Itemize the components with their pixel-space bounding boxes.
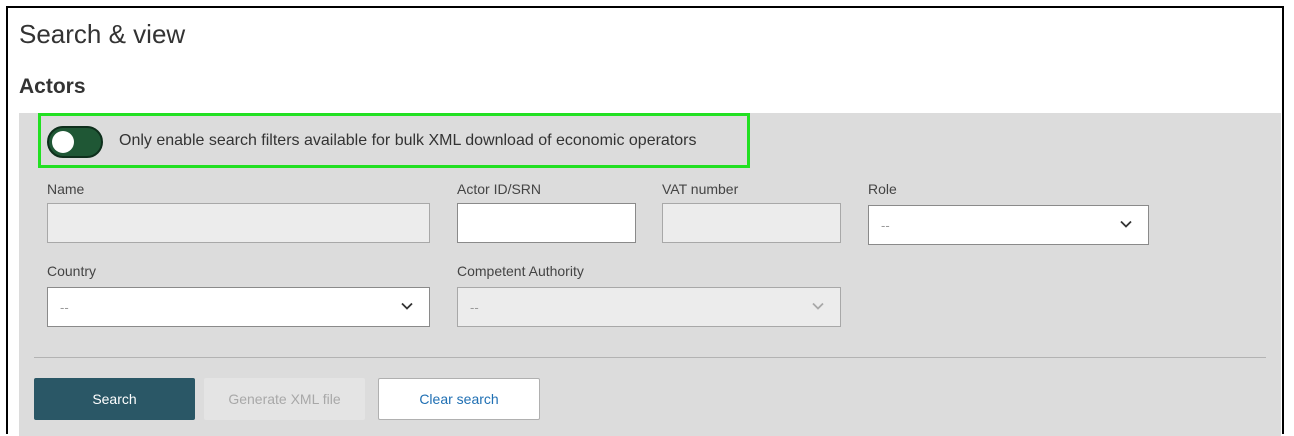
actor-id-label: Actor ID/SRN: [457, 181, 542, 197]
competent-authority-select-value: --: [470, 300, 479, 315]
competent-authority-label: Competent Authority: [457, 263, 584, 279]
bulk-xml-filter-toggle[interactable]: [47, 126, 103, 158]
name-input[interactable]: [47, 203, 430, 243]
vat-number-input[interactable]: [662, 203, 841, 243]
vat-number-label: VAT number: [662, 181, 739, 197]
name-label: Name: [47, 181, 85, 197]
clear-search-button[interactable]: Clear search: [378, 378, 540, 420]
role-select-value: --: [881, 218, 890, 233]
chevron-down-icon: [401, 302, 413, 310]
country-select-value: --: [60, 300, 69, 315]
toggle-knob: [52, 131, 74, 153]
generate-xml-button[interactable]: Generate XML file: [204, 378, 365, 420]
country-label: Country: [47, 263, 97, 279]
page-title: Search & view: [19, 19, 186, 49]
country-select[interactable]: --: [47, 287, 430, 327]
divider: [34, 357, 1266, 358]
chevron-down-icon: [1120, 220, 1132, 228]
chevron-down-icon: [812, 302, 824, 310]
search-button[interactable]: Search: [34, 378, 195, 420]
bulk-xml-filter-label: Only enable search filters available for…: [119, 132, 697, 149]
actor-id-input[interactable]: [457, 203, 636, 243]
competent-authority-select[interactable]: --: [457, 287, 841, 327]
section-title: Actors: [19, 75, 86, 98]
role-label: Role: [868, 181, 897, 197]
role-select[interactable]: --: [868, 205, 1149, 245]
